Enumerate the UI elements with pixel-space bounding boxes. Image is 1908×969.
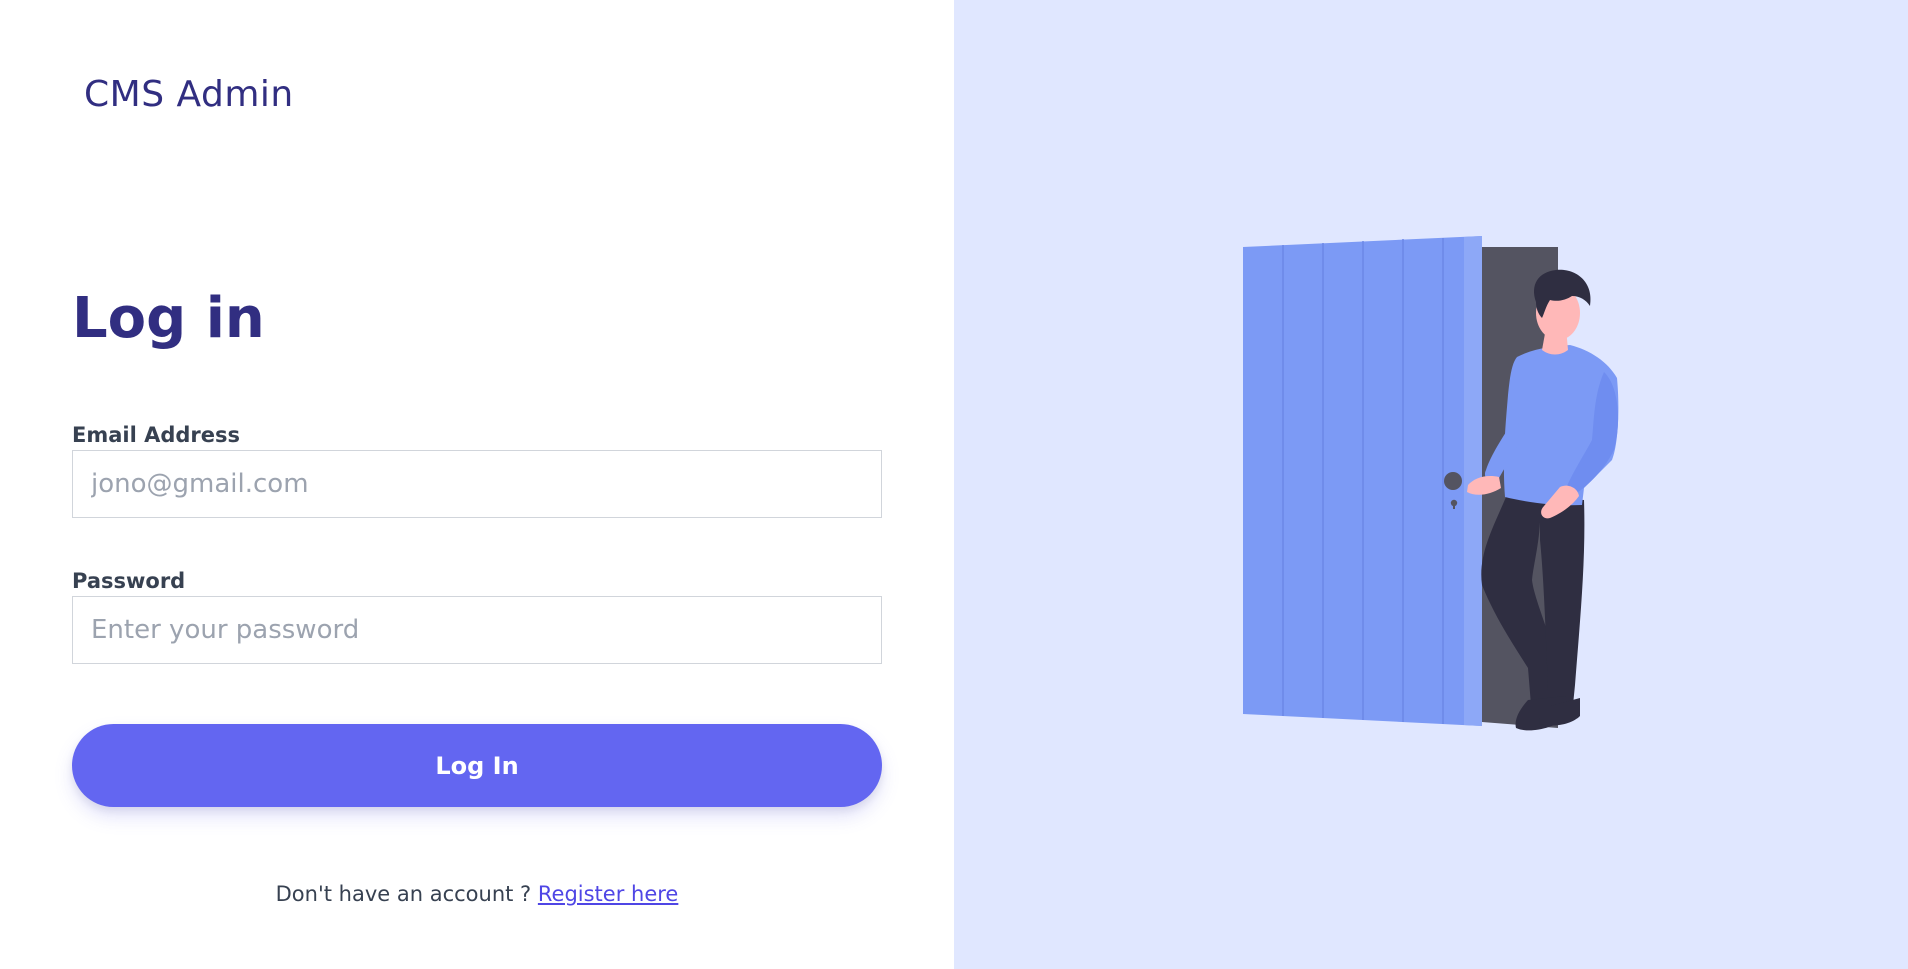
email-label: Email Address [72, 423, 241, 447]
register-link[interactable]: Register here [538, 882, 678, 906]
person-opening-door-illustration [1243, 236, 1619, 731]
register-prompt-text: Don't have an account ? [275, 882, 538, 906]
login-page: CMS Admin Log in Email Address Password … [0, 0, 1908, 969]
login-button[interactable]: Log In [72, 724, 882, 807]
password-label: Password [72, 569, 186, 593]
door-knob [1444, 472, 1462, 490]
page-title: Log in [72, 286, 265, 351]
brand-title: CMS Admin [84, 74, 294, 115]
login-panel: CMS Admin Log in Email Address Password … [0, 0, 954, 969]
register-prompt-line: Don't have an account ? Register here [0, 882, 954, 906]
password-field[interactable] [72, 596, 882, 664]
email-field[interactable] [72, 450, 882, 518]
illustration-panel [954, 0, 1908, 969]
